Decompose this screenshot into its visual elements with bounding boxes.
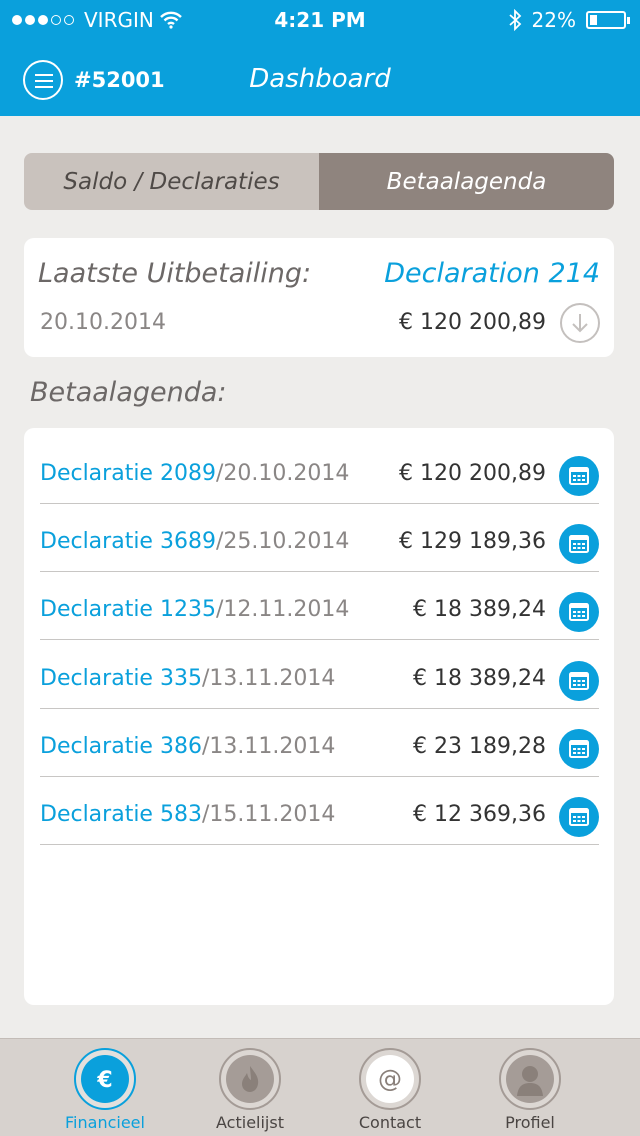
declaration-date: /12.11.2014 xyxy=(215,597,350,622)
row-title: Declaratie 2089/20.10.2014 xyxy=(40,461,349,486)
segmented-control: Saldo / Declaraties Betaalagenda xyxy=(24,153,614,210)
declaration-link[interactable]: Declaration 214 xyxy=(384,258,600,289)
declaration-amount: € 23 189,28 xyxy=(413,734,546,759)
list-item[interactable]: Declaratie 386/13.11.2014 € 23 189,28 xyxy=(40,709,599,777)
declaration-amount: € 129 189,36 xyxy=(399,529,546,554)
svg-text:€: € xyxy=(96,1068,112,1093)
last-payout-card: Laatste Uitbetailing: Declaration 214 20… xyxy=(24,238,614,357)
app-header: VIRGIN 4:21 PM 22% #52001 Dashboard xyxy=(0,0,640,116)
declaration-amount: € 18 389,24 xyxy=(413,597,546,622)
svg-text:@: @ xyxy=(378,1065,402,1093)
list-item[interactable]: Declaratie 2089/20.10.2014 € 120 200,89 xyxy=(40,436,599,504)
last-payout-date: 20.10.2014 xyxy=(40,310,166,335)
payment-list: Declaratie 2089/20.10.2014 € 120 200,89 … xyxy=(24,428,614,1005)
list-item[interactable]: Declaratie 335/13.11.2014 € 18 389,24 xyxy=(40,641,599,709)
declaration-name: Declaratie 335 xyxy=(40,666,202,691)
tab-contact[interactable]: @ Contact xyxy=(330,1039,450,1136)
calendar-icon[interactable] xyxy=(559,456,599,496)
declaration-name: Declaratie 583 xyxy=(40,802,202,827)
declaration-date: /15.11.2014 xyxy=(201,802,336,827)
tab-saldo-declaraties[interactable]: Saldo / Declaraties xyxy=(24,153,319,210)
tab-actielijst[interactable]: Actielijst xyxy=(190,1039,310,1136)
declaration-date: /25.10.2014 xyxy=(215,529,350,554)
declaration-amount: € 120 200,89 xyxy=(399,461,546,486)
battery-icon xyxy=(586,11,630,29)
calendar-icon[interactable] xyxy=(559,661,599,701)
declaration-name: Declaratie 2089 xyxy=(40,461,216,486)
tab-label: Actielijst xyxy=(216,1113,284,1132)
list-item[interactable]: Declaratie 3689/25.10.2014 € 129 189,36 xyxy=(40,504,599,572)
calendar-icon[interactable] xyxy=(559,797,599,837)
row-title: Declaratie 3689/25.10.2014 xyxy=(40,529,349,554)
download-icon[interactable] xyxy=(560,303,600,343)
declaration-name: Declaratie 3689 xyxy=(40,529,216,554)
status-right: 22% xyxy=(508,8,630,32)
tab-label: Profiel xyxy=(505,1113,555,1132)
row-title: Declaratie 335/13.11.2014 xyxy=(40,666,335,691)
declaration-name: Declaratie 1235 xyxy=(40,597,216,622)
at-icon: @ xyxy=(366,1055,414,1103)
section-heading: Betaalagenda: xyxy=(30,377,227,408)
row-title: Declaratie 583/15.11.2014 xyxy=(40,802,335,827)
tab-bar: € Financieel Actielijst @ Contact Profie… xyxy=(0,1038,640,1136)
tab-label: Contact xyxy=(358,1113,422,1132)
page-title: Dashboard xyxy=(249,64,391,94)
tab-label: Financieel xyxy=(65,1113,145,1132)
person-icon xyxy=(506,1055,554,1103)
calendar-icon[interactable] xyxy=(559,524,599,564)
status-bar: VIRGIN 4:21 PM 22% xyxy=(0,0,640,40)
declaration-date: /20.10.2014 xyxy=(215,461,350,486)
row-title: Declaratie 1235/12.11.2014 xyxy=(40,597,349,622)
declaration-date: /13.11.2014 xyxy=(201,734,336,759)
tab-financieel[interactable]: € Financieel xyxy=(45,1039,165,1136)
flame-icon xyxy=(226,1055,274,1103)
declaration-amount: € 18 389,24 xyxy=(413,666,546,691)
euro-icon: € xyxy=(81,1055,129,1103)
tab-betaalagenda[interactable]: Betaalagenda xyxy=(319,153,614,210)
calendar-icon[interactable] xyxy=(559,729,599,769)
last-payout-label: Laatste Uitbetailing: xyxy=(38,258,312,289)
list-item[interactable]: Declaratie 583/15.11.2014 € 12 369,36 xyxy=(40,777,599,845)
list-item[interactable]: Declaratie 1235/12.11.2014 € 18 389,24 xyxy=(40,572,599,640)
calendar-icon[interactable] xyxy=(559,592,599,632)
tab-profiel[interactable]: Profiel xyxy=(470,1039,590,1136)
declaration-name: Declaratie 386 xyxy=(40,734,202,759)
declaration-amount: € 12 369,36 xyxy=(413,802,546,827)
bluetooth-icon xyxy=(508,9,521,31)
declaration-date: /13.11.2014 xyxy=(201,666,336,691)
battery-percent: 22% xyxy=(531,8,576,32)
last-payout-amount: € 120 200,89 xyxy=(399,310,546,335)
row-title: Declaratie 386/13.11.2014 xyxy=(40,734,335,759)
